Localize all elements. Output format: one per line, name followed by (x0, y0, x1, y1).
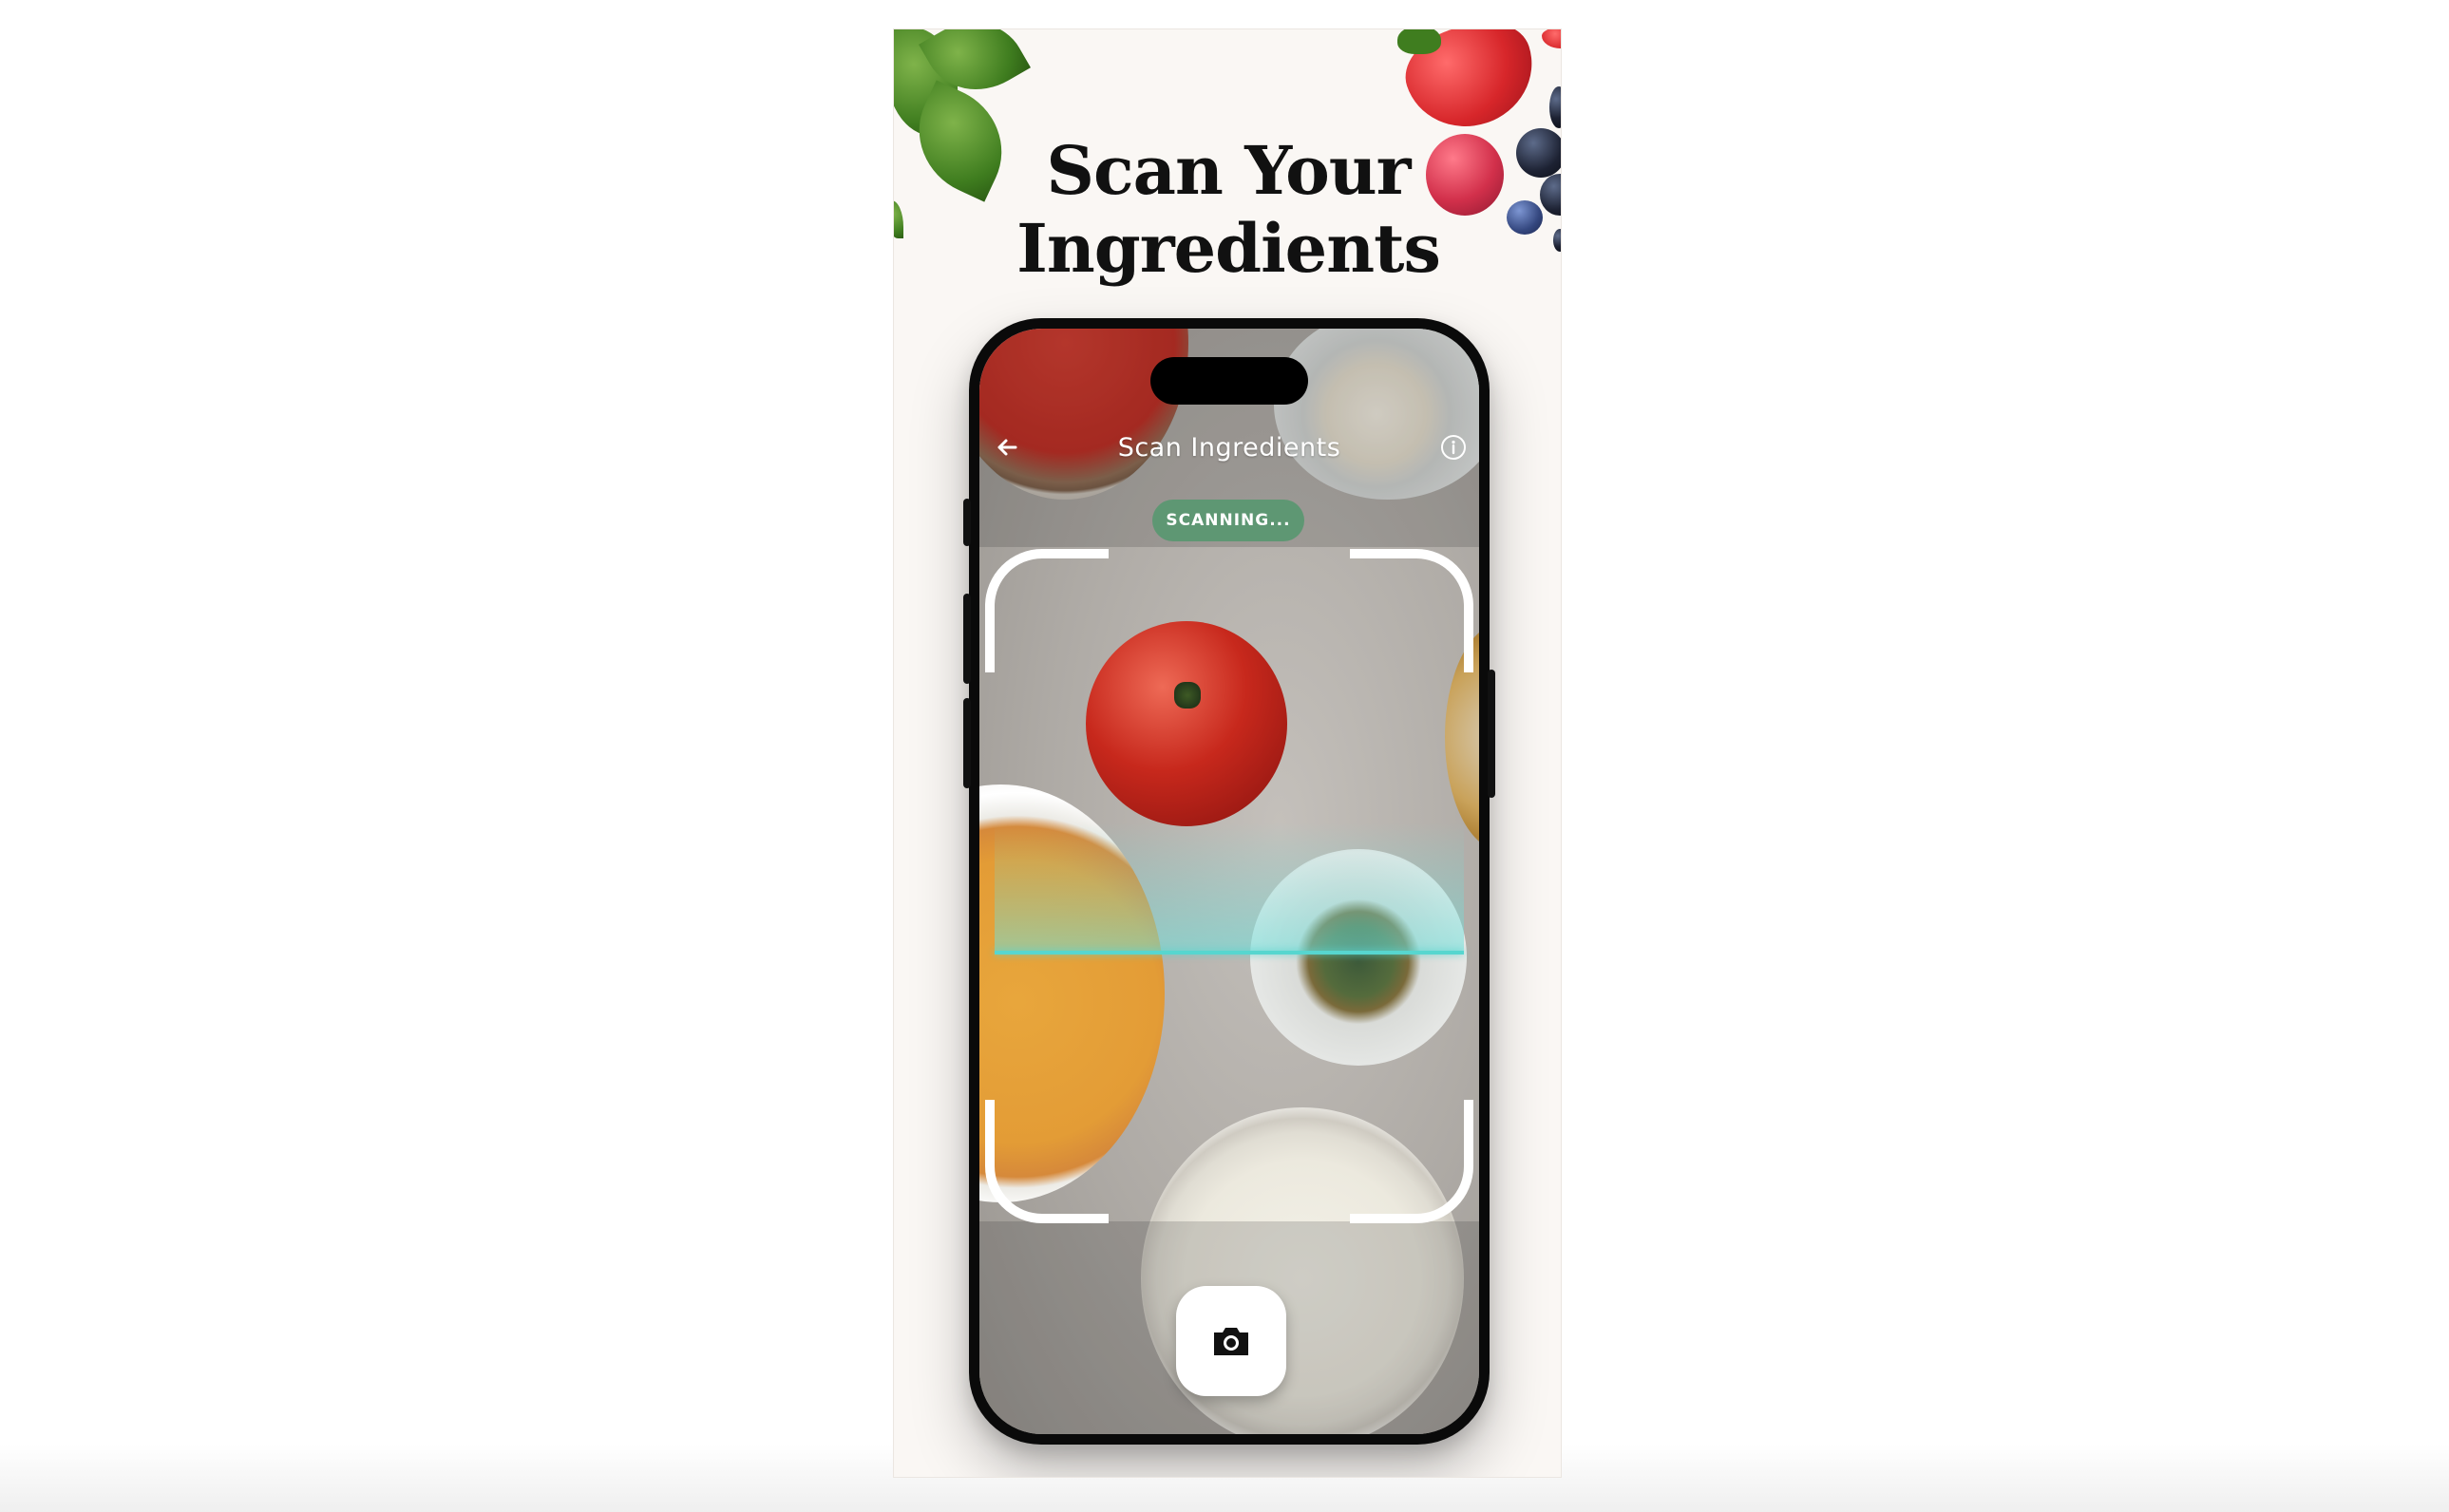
dynamic-island (1150, 357, 1308, 405)
scan-frame-corner-top-right (1350, 549, 1473, 672)
promo-title: Scan Your Ingredients (894, 131, 1561, 288)
scan-glow (995, 822, 1464, 955)
capture-button[interactable] (1176, 1286, 1286, 1396)
promo-card: Scan Your Ingredients Scan Ingredients S… (893, 28, 1562, 1478)
phone-action-button (963, 499, 971, 546)
scanning-status-badge: SCANNING... (1152, 500, 1304, 541)
promo-title-line2: Ingredients (1016, 209, 1441, 288)
phone-mockup: Scan Ingredients SCANNING... (963, 318, 1495, 1445)
screen-title: Scan Ingredients (1117, 433, 1341, 463)
scan-line (995, 951, 1464, 954)
scan-frame-corner-bottom-right (1350, 1100, 1473, 1223)
camera-screen: Scan Ingredients SCANNING... (979, 329, 1479, 1434)
promo-title-line1: Scan Your (1046, 131, 1411, 210)
phone-volume-up-button (963, 594, 971, 684)
info-button[interactable] (1439, 433, 1468, 462)
scan-frame-corner-top-left (985, 549, 1109, 672)
phone-power-button (1488, 670, 1495, 798)
phone-volume-down-button (963, 698, 971, 788)
scan-frame-corner-bottom-left (985, 1100, 1109, 1223)
tomato (1086, 621, 1287, 826)
info-icon (1441, 435, 1466, 460)
app-bar: Scan Ingredients (979, 424, 1479, 471)
tomato-stem (1174, 682, 1201, 709)
camera-icon (1214, 1328, 1248, 1355)
